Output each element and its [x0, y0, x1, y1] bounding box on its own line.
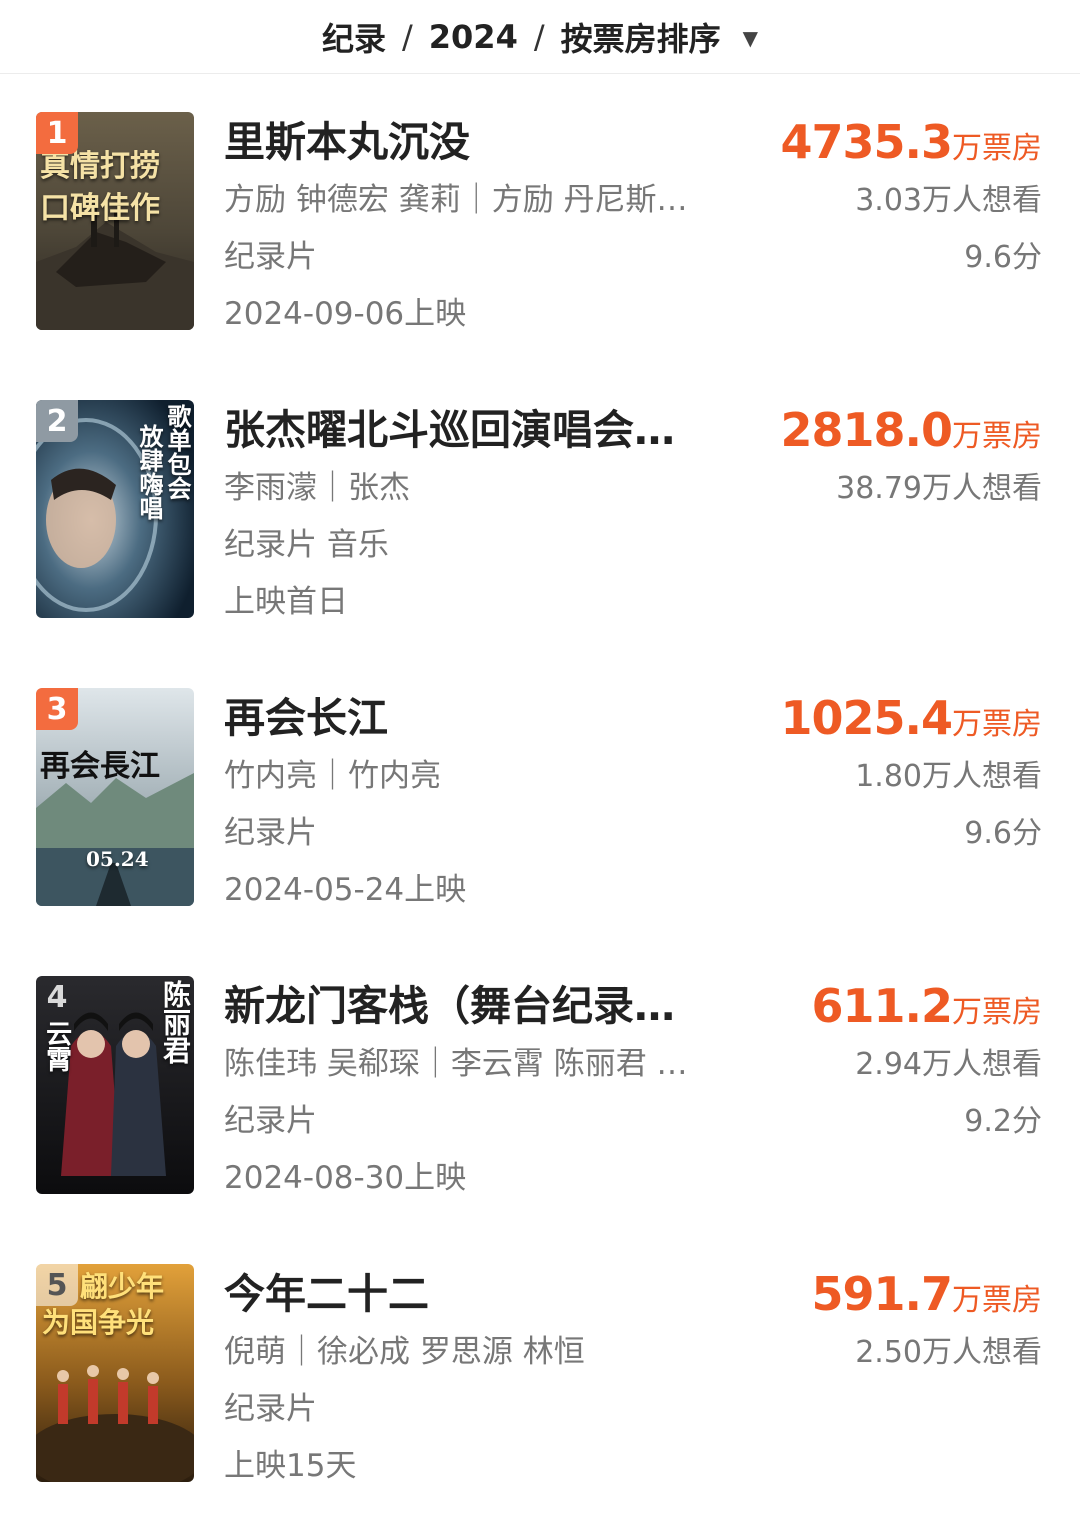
movie-stats: 2818.0万票房 38.79万人想看: [742, 400, 1042, 574]
movie-genre: 纪录片: [224, 1103, 317, 1139]
movie-genre: 纪录片: [224, 815, 317, 851]
poster-title-text: 陈丽君: [159, 980, 192, 1064]
rank-badge: 2: [36, 400, 78, 442]
movie-poster[interactable]: 翩少年 为国争光 5: [36, 1264, 194, 1482]
box-office-unit: 万票房: [952, 707, 1042, 742]
box-office: 1025.4万票房: [742, 688, 1042, 748]
score: [742, 517, 1042, 574]
movie-genre: 纪录片 音乐: [224, 527, 389, 563]
box-office-value: 1025.4: [780, 691, 953, 745]
movie-poster[interactable]: 真情打捞 口碑佳作 1: [36, 112, 194, 330]
score: 9.2分: [964, 1104, 1042, 1139]
box-office-unit: 万票房: [952, 131, 1042, 166]
movie-title[interactable]: 新龙门客栈（舞台纪录…: [224, 976, 704, 1036]
poster-title-text: 口碑佳作: [40, 191, 160, 226]
box-office-value: 2818.0: [780, 403, 953, 457]
movie-title[interactable]: 里斯本丸沉没: [224, 112, 704, 172]
movie-title[interactable]: 今年二十二: [224, 1264, 704, 1324]
movie-row[interactable]: 真情打捞 口碑佳作 1 里斯本丸沉没 方励 钟德宏 龚莉｜方励 丹尼斯… 纪录片…: [0, 74, 1080, 362]
movie-genre: 纪录片: [224, 239, 317, 275]
filter-category[interactable]: 纪录: [322, 14, 386, 60]
movie-cast: 陈佳玮 吴郗琛｜李云霄 陈丽君 …: [224, 1046, 688, 1082]
want-count: 3.03万人想看: [855, 183, 1042, 218]
movie-info: 今年二十二 倪萌｜徐必成 罗思源 林恒 纪录片 上映15天: [224, 1264, 704, 1495]
box-office-unit: 万票房: [952, 995, 1042, 1030]
score: 9.6分: [964, 240, 1042, 275]
box-office: 611.2万票房: [742, 976, 1042, 1036]
movie-release: 上映首日: [224, 584, 348, 620]
want-count: 2.94万人想看: [855, 1047, 1042, 1082]
want-count: 2.50万人想看: [855, 1335, 1042, 1370]
box-office-value: 611.2: [811, 979, 953, 1033]
box-office-value: 4735.3: [780, 115, 953, 169]
movie-genre: 纪录片: [224, 1391, 317, 1427]
score: 9.6分: [964, 816, 1042, 851]
rank-badge: 5: [36, 1264, 78, 1306]
movie-poster[interactable]: 歌单包会 放肆嗨唱 2: [36, 400, 194, 618]
caret-down-icon[interactable]: ▼: [743, 26, 758, 50]
movie-row[interactable]: 陈丽君 云霄 4 新龙门客栈（舞台纪录… 陈佳玮 吴郗琛｜李云霄 陈丽君 … 纪…: [0, 938, 1080, 1226]
filter-year[interactable]: 2024: [429, 18, 518, 56]
movie-info: 里斯本丸沉没 方励 钟德宏 龚莉｜方励 丹尼斯… 纪录片 2024-09-06上…: [224, 112, 704, 343]
score: [742, 1381, 1042, 1438]
movie-row[interactable]: 翩少年 为国争光 5 今年二十二 倪萌｜徐必成 罗思源 林恒 纪录片 上映15天…: [0, 1226, 1080, 1514]
movie-cast: 方励 钟德宏 龚莉｜方励 丹尼斯…: [224, 182, 688, 218]
box-office-unit: 万票房: [952, 419, 1042, 454]
filter-sort[interactable]: 按票房排序: [561, 14, 721, 60]
poster-title-text: 再会長江: [40, 749, 160, 784]
movie-poster[interactable]: 再会長江 05.24 3: [36, 688, 194, 906]
poster-title-text: 歌单包会: [163, 404, 192, 500]
poster-title-text: 放肆嗨唱: [135, 424, 164, 520]
movie-stats: 591.7万票房 2.50万人想看: [742, 1264, 1042, 1438]
box-office: 591.7万票房: [742, 1264, 1042, 1324]
movie-info: 张杰曜北斗巡回演唱会… 李雨濛｜张杰 纪录片 音乐 上映首日: [224, 400, 704, 631]
movie-stats: 611.2万票房 2.94万人想看 9.2分: [742, 976, 1042, 1150]
movie-title[interactable]: 再会长江: [224, 688, 704, 748]
movie-release: 2024-09-06上映: [224, 296, 467, 332]
movie-row[interactable]: 歌单包会 放肆嗨唱 2 张杰曜北斗巡回演唱会… 李雨濛｜张杰 纪录片 音乐 上映…: [0, 362, 1080, 650]
movie-info: 再会长江 竹内亮｜竹内亮 纪录片 2024-05-24上映: [224, 688, 704, 919]
movie-release: 2024-05-24上映: [224, 872, 467, 908]
movie-cast: 竹内亮｜竹内亮: [224, 758, 441, 794]
filter-separator: /: [401, 17, 413, 56]
movie-stats: 4735.3万票房 3.03万人想看 9.6分: [742, 112, 1042, 286]
poster-title-text: 翩少年: [80, 1270, 165, 1303]
movie-release: 2024-08-30上映: [224, 1160, 467, 1196]
poster-title-text: 为国争光: [42, 1306, 155, 1339]
movie-stats: 1025.4万票房 1.80万人想看 9.6分: [742, 688, 1042, 862]
movie-poster[interactable]: 陈丽君 云霄 4: [36, 976, 194, 1194]
movie-info: 新龙门客栈（舞台纪录… 陈佳玮 吴郗琛｜李云霄 陈丽君 … 纪录片 2024-0…: [224, 976, 704, 1207]
filter-separator: /: [533, 17, 545, 56]
poster-title-text: 真情打捞: [40, 149, 160, 184]
rank-badge: 4: [46, 979, 68, 1015]
box-office-unit: 万票房: [952, 1283, 1042, 1318]
filter-bar[interactable]: 纪录 / 2024 / 按票房排序 ▼: [0, 0, 1080, 74]
poster-title-text: 云霄: [41, 1020, 72, 1072]
movie-release: 上映15天: [224, 1448, 357, 1484]
movie-row[interactable]: 再会長江 05.24 3 再会长江 竹内亮｜竹内亮 纪录片 2024-05-24…: [0, 650, 1080, 938]
movie-title[interactable]: 张杰曜北斗巡回演唱会…: [224, 400, 704, 460]
box-office-value: 591.7: [811, 1267, 953, 1321]
box-office: 2818.0万票房: [742, 400, 1042, 460]
want-count: 1.80万人想看: [855, 759, 1042, 794]
want-count: 38.79万人想看: [836, 471, 1042, 506]
box-office: 4735.3万票房: [742, 112, 1042, 172]
movie-cast: 李雨濛｜张杰: [224, 470, 410, 506]
movie-cast: 倪萌｜徐必成 罗思源 林恒: [224, 1334, 585, 1370]
rank-badge: 1: [36, 112, 78, 154]
poster-date-text: 05.24: [86, 847, 149, 871]
rank-badge: 3: [36, 688, 78, 730]
